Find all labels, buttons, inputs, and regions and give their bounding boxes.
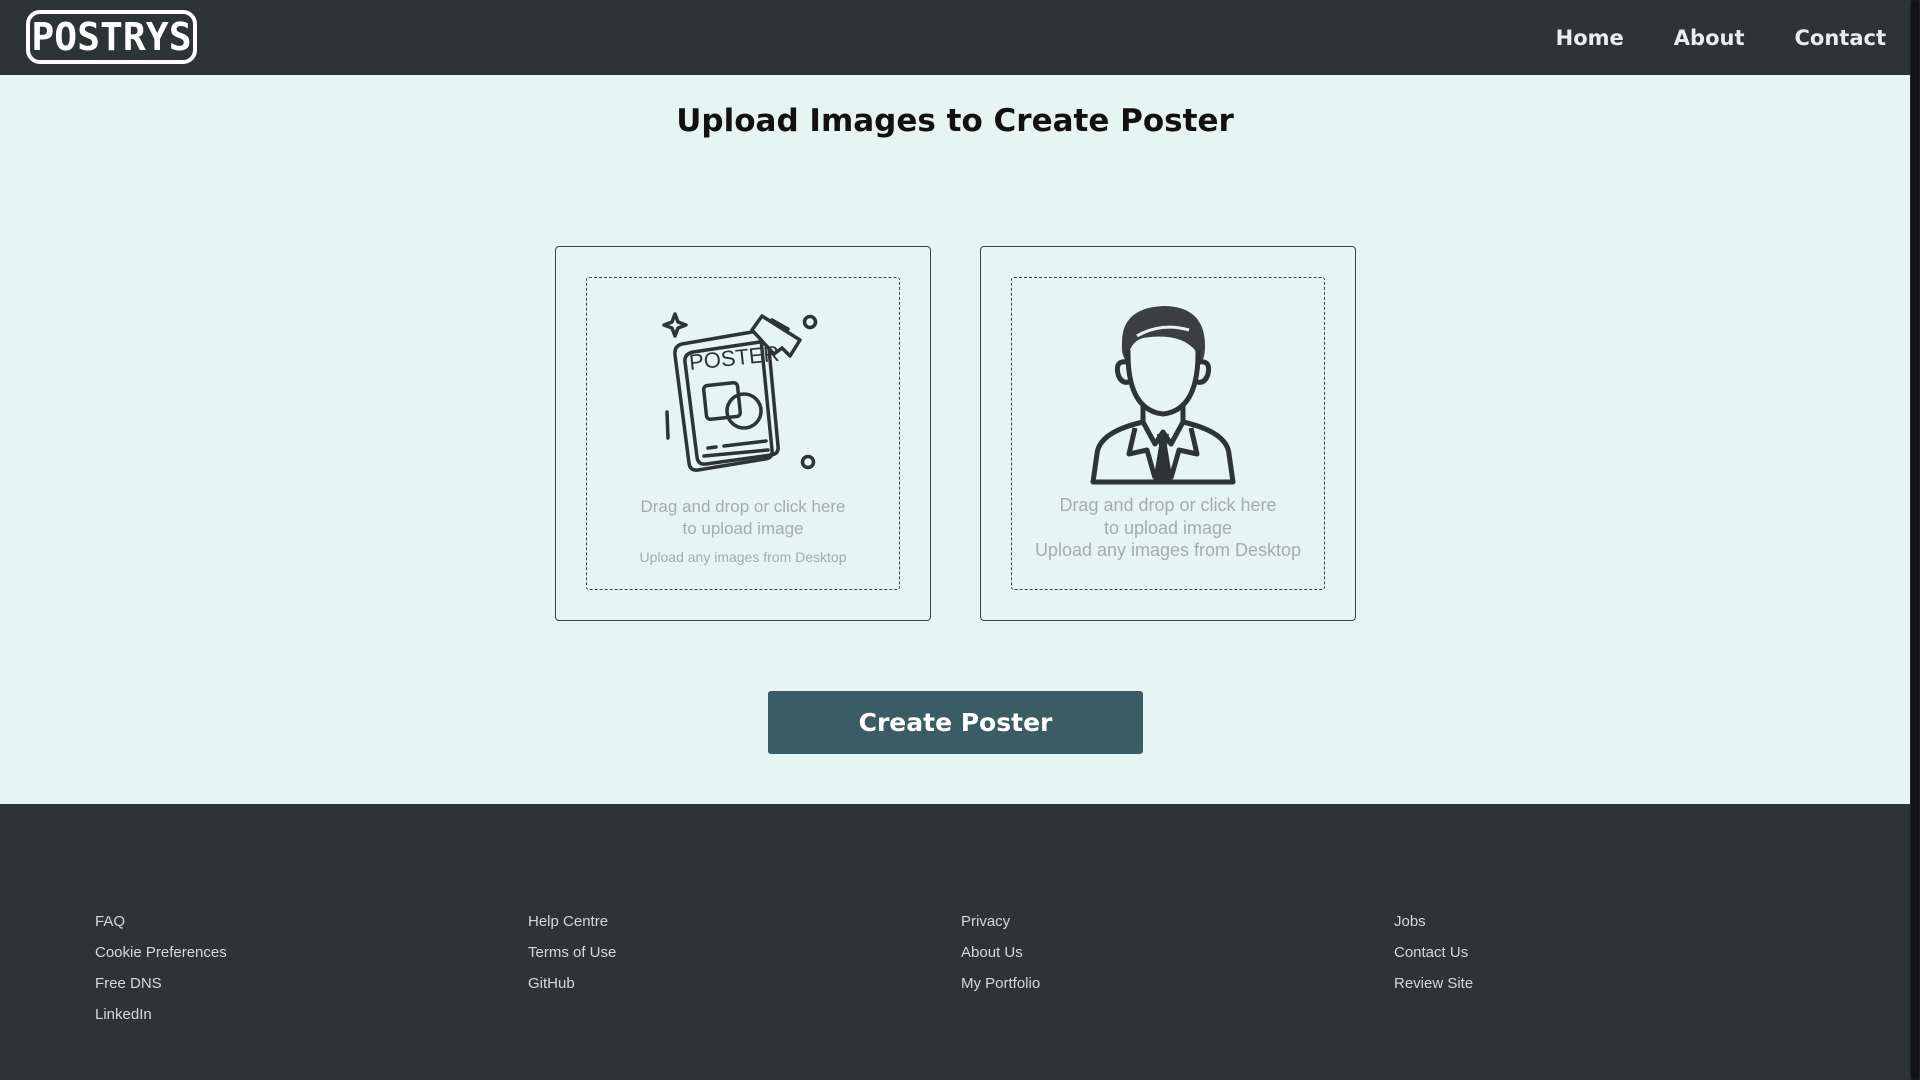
- person-upload-card[interactable]: Drag and drop or click here to upload im…: [980, 246, 1356, 621]
- footer-column-1: FAQ Cookie Preferences Free DNS LinkedIn: [95, 912, 227, 1036]
- poster-drop-instructions: Drag and drop or click here to upload im…: [640, 497, 846, 538]
- footer-link-faq[interactable]: FAQ: [95, 912, 227, 943]
- person-drop-subtext: Upload any images from Desktop: [1034, 540, 1302, 560]
- poster-upload-card[interactable]: POSTER Drag and drop or click here to up…: [555, 246, 931, 621]
- footer-link-contact-us[interactable]: Contact Us: [1394, 943, 1473, 974]
- footer-link-terms-of-use[interactable]: Terms of Use: [528, 943, 616, 974]
- nav-contact-link[interactable]: Contact: [1795, 26, 1887, 50]
- svg-text:POSTER: POSTER: [688, 341, 781, 375]
- footer-link-github[interactable]: GitHub: [528, 974, 616, 1005]
- person-dropzone[interactable]: Drag and drop or click here to upload im…: [1011, 277, 1325, 590]
- scrollbar-thumb[interactable]: [1911, 0, 1919, 1080]
- page-title: Upload Images to Create Poster: [676, 103, 1234, 139]
- create-poster-button[interactable]: Create Poster: [768, 691, 1143, 754]
- site-header: POSTRYS Home About Contact: [0, 0, 1910, 75]
- poster-icon: POSTER: [662, 312, 818, 472]
- footer-link-jobs[interactable]: Jobs: [1394, 912, 1473, 943]
- person-avatar-icon: [1090, 306, 1236, 485]
- poster-dropzone[interactable]: POSTER Drag and drop or click here to up…: [586, 277, 900, 590]
- site-footer: FAQ Cookie Preferences Free DNS LinkedIn…: [0, 804, 1910, 1080]
- footer-link-about-us[interactable]: About Us: [961, 943, 1040, 974]
- footer-link-review-site[interactable]: Review Site: [1394, 974, 1473, 1005]
- poster-drop-subtext: Upload any images from Desktop: [639, 549, 847, 565]
- main-nav: Home About Contact: [1506, 0, 1886, 75]
- footer-link-free-dns[interactable]: Free DNS: [95, 974, 227, 1005]
- footer-column-4: Jobs Contact Us Review Site: [1394, 912, 1473, 1005]
- footer-link-my-portfolio[interactable]: My Portfolio: [961, 974, 1040, 1005]
- page-scrollbar[interactable]: [1910, 0, 1920, 1080]
- footer-link-help-centre[interactable]: Help Centre: [528, 912, 616, 943]
- logo-text: POSTRYS: [31, 15, 192, 59]
- footer-link-cookie-preferences[interactable]: Cookie Preferences: [95, 943, 227, 974]
- footer-column-3: Privacy About Us My Portfolio: [961, 912, 1040, 1005]
- footer-column-2: Help Centre Terms of Use GitHub: [528, 912, 616, 1005]
- footer-link-privacy[interactable]: Privacy: [961, 912, 1040, 943]
- nav-about-link[interactable]: About: [1674, 26, 1745, 50]
- postrys-logo[interactable]: POSTRYS: [26, 10, 197, 64]
- nav-home-link[interactable]: Home: [1556, 26, 1624, 50]
- footer-link-linkedin[interactable]: LinkedIn: [95, 1005, 227, 1036]
- main-content: Upload Images to Create Poster POSTER Dr…: [0, 75, 1910, 804]
- person-drop-instructions: Drag and drop or click here to upload im…: [1059, 495, 1277, 538]
